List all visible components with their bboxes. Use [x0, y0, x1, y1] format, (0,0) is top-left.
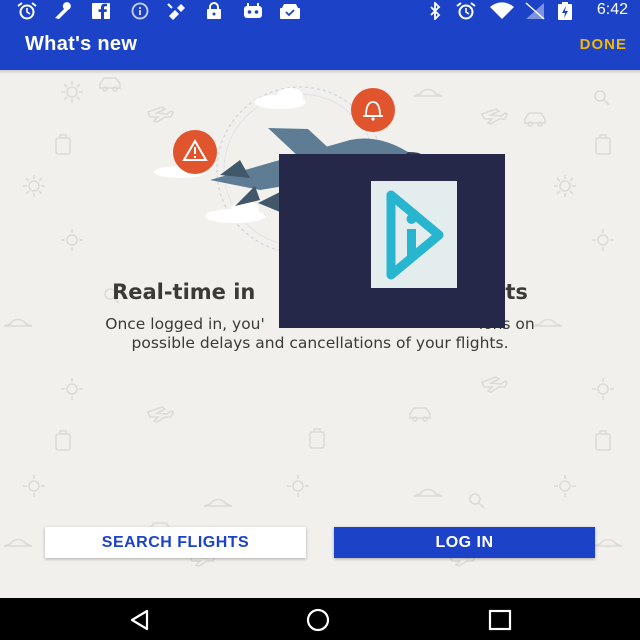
- facebook-icon: [92, 3, 110, 19]
- suitcase-icon: [595, 134, 611, 155]
- log-in-button[interactable]: LOG IN: [334, 527, 595, 558]
- car-icon: [524, 112, 546, 127]
- battery-icon: [558, 2, 572, 20]
- hat-icon: [413, 488, 443, 497]
- description-line2: possible delays and cancellations of you…: [131, 334, 509, 352]
- done-button[interactable]: DONE: [580, 36, 627, 53]
- sun-icon: [61, 229, 83, 251]
- sun-icon: [592, 378, 614, 400]
- suitcase-icon: [55, 134, 71, 155]
- app-bar: What's new DONE: [0, 22, 640, 70]
- suitcase-icon: [595, 430, 611, 451]
- satellite-icon: [167, 3, 185, 20]
- info-icon: [131, 2, 149, 20]
- alarm-icon: [456, 2, 476, 20]
- car-icon: [409, 407, 431, 422]
- magnifier-icon: [594, 90, 610, 106]
- inbox-icon: [280, 4, 300, 19]
- sun-icon: [554, 175, 576, 197]
- hat-icon: [203, 498, 233, 507]
- app-logo-icon: [386, 190, 444, 280]
- sun-icon: [61, 378, 83, 400]
- home-icon[interactable]: [305, 607, 331, 633]
- no-signal-icon: [525, 2, 545, 20]
- warning-badge-icon: [173, 130, 217, 174]
- sun-icon: [287, 475, 309, 497]
- status-bar: 6:42: [0, 0, 640, 22]
- description-line1-left: Once logged in, you': [105, 315, 265, 333]
- car-icon: [99, 77, 121, 92]
- logo-card: [371, 181, 457, 288]
- status-time: 6:42: [596, 1, 628, 18]
- sun-icon: [592, 229, 614, 251]
- lock-icon: [207, 2, 221, 19]
- magnifier-icon: [469, 493, 485, 509]
- wifi-icon: [490, 2, 514, 20]
- suitcase-icon: [309, 428, 325, 449]
- headline-left-text: Real-time in: [112, 280, 256, 304]
- back-icon[interactable]: [127, 607, 153, 633]
- sun-icon: [23, 175, 45, 197]
- bluetooth-icon: [430, 2, 441, 20]
- sun-icon: [61, 81, 83, 103]
- recents-icon[interactable]: [487, 607, 513, 633]
- bot-icon: [244, 3, 262, 18]
- sun-icon: [23, 475, 45, 497]
- suitcase-icon: [55, 430, 71, 451]
- hat-icon: [3, 538, 33, 547]
- plane-icon: [480, 108, 509, 125]
- alarm-icon: [17, 2, 37, 20]
- page-title: What's new: [25, 33, 138, 55]
- plane-icon: [480, 376, 509, 393]
- wrench-icon: [55, 2, 71, 20]
- plane-icon: [146, 406, 175, 423]
- bell-badge-icon: [351, 88, 395, 132]
- hat-icon: [3, 318, 33, 327]
- hat-icon: [593, 538, 623, 547]
- system-navigation-bar: [0, 598, 640, 640]
- sun-icon: [554, 475, 576, 497]
- search-flights-button[interactable]: SEARCH FLIGHTS: [45, 527, 306, 558]
